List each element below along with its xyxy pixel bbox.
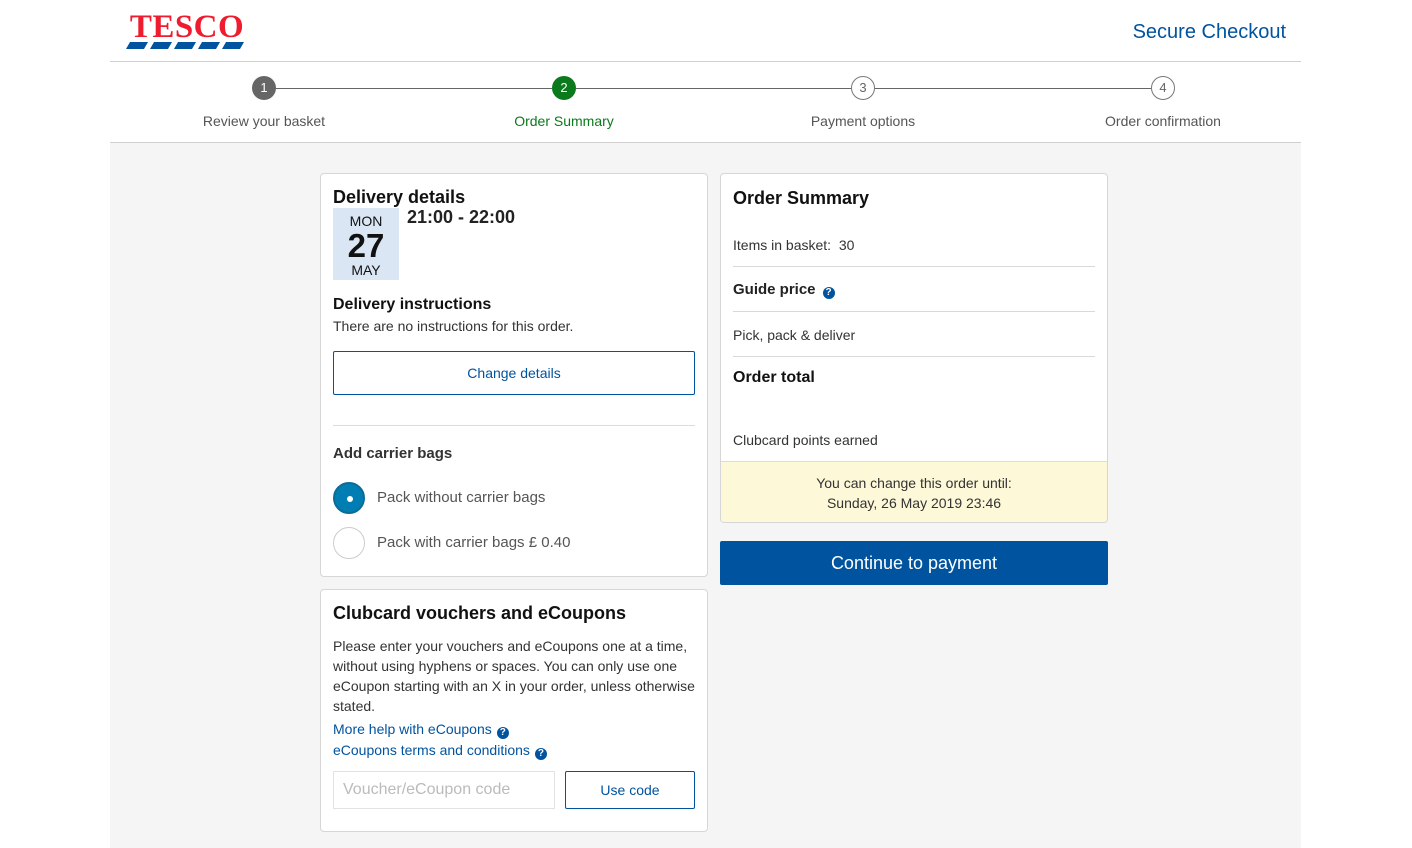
delivery-day: 27 bbox=[347, 227, 385, 264]
delivery-instructions-text: There are no instructions for this order… bbox=[333, 318, 574, 334]
pack-with-bags-label: Pack with carrier bags £ 0.40 bbox=[377, 534, 571, 551]
tesco-stripes-icon bbox=[126, 42, 244, 49]
delivery-date-badge: MON 27 MAY bbox=[333, 208, 399, 280]
step-3-indicator: 3 bbox=[851, 76, 875, 100]
summary-divider bbox=[733, 311, 1095, 312]
pick-pack-deliver-label: Pick, pack & deliver bbox=[733, 327, 856, 343]
change-details-button[interactable]: Change details bbox=[333, 351, 695, 395]
delivery-time-slot: 21:00 - 22:00 bbox=[407, 207, 516, 227]
clubcard-vouchers-card: Clubcard vouchers and eCoupons Please en… bbox=[320, 589, 708, 832]
pack-without-bags-option[interactable]: Pack without carrier bags bbox=[333, 482, 693, 514]
main-content: Delivery details MON 27 MAY 21:00 - 22:0… bbox=[110, 143, 1301, 848]
clubcard-vouchers-description: Please enter your vouchers and eCoupons … bbox=[333, 638, 695, 714]
checkout-stepper: 1 2 3 4 Review your basket Order Summary… bbox=[110, 62, 1301, 142]
ecoupons-terms-link[interactable]: eCoupons terms and conditions? bbox=[333, 742, 547, 760]
guide-price-label: Guide price bbox=[733, 281, 816, 298]
ecoupons-help-link-label: More help with eCoupons bbox=[333, 721, 492, 737]
change-order-notice-text: You can change this order until: bbox=[816, 475, 1012, 491]
question-circle-icon[interactable]: ? bbox=[496, 727, 509, 739]
order-summary-card: Order Summary Items in basket: 30 Guide … bbox=[720, 173, 1108, 523]
secure-checkout-title: Secure Checkout bbox=[1132, 21, 1286, 43]
voucher-code-input[interactable] bbox=[333, 771, 555, 809]
step-1-indicator[interactable]: 1 bbox=[252, 76, 276, 100]
items-in-basket-label: Items in basket: bbox=[733, 237, 832, 253]
order-total-label: Order total bbox=[733, 369, 815, 386]
question-circle-icon[interactable]: ? bbox=[534, 748, 547, 760]
pack-without-bags-label: Pack without carrier bags bbox=[377, 489, 546, 506]
delivery-month: MAY bbox=[351, 262, 381, 278]
carrier-bags-title: Add carrier bags bbox=[333, 445, 453, 462]
order-summary-title: Order Summary bbox=[733, 188, 870, 208]
guide-price-row: Guide price? bbox=[733, 281, 835, 299]
ecoupons-terms-link-label: eCoupons terms and conditions bbox=[333, 742, 530, 758]
radio-unselected-icon[interactable] bbox=[333, 527, 365, 559]
step-1-label[interactable]: Review your basket bbox=[144, 113, 384, 129]
delivery-details-card: Delivery details MON 27 MAY 21:00 - 22:0… bbox=[320, 173, 708, 577]
step-connector bbox=[276, 88, 552, 89]
tesco-logo[interactable]: TESCO bbox=[126, 9, 248, 52]
step-connector bbox=[576, 88, 851, 89]
clubcard-vouchers-title: Clubcard vouchers and eCoupons bbox=[333, 603, 627, 623]
use-code-button[interactable]: Use code bbox=[565, 771, 695, 809]
change-order-notice: You can change this order until: Sunday,… bbox=[721, 461, 1107, 522]
summary-divider bbox=[733, 266, 1095, 267]
logo-text: TESCO bbox=[129, 9, 245, 45]
continue-to-payment-button[interactable]: Continue to payment bbox=[720, 541, 1108, 585]
checkout-page: TESCO Secure Checkout 1 2 3 4 Review you… bbox=[110, 0, 1301, 848]
step-connector bbox=[875, 88, 1151, 89]
clubcard-points-label: Clubcard points earned bbox=[733, 432, 878, 448]
step-2-indicator: 2 bbox=[552, 76, 576, 100]
items-in-basket-row: Items in basket: 30 bbox=[733, 237, 854, 253]
change-order-deadline: Sunday, 26 May 2019 23:46 bbox=[826, 495, 1002, 511]
delivery-instructions-title: Delivery instructions bbox=[333, 296, 492, 313]
step-2-label: Order Summary bbox=[514, 113, 614, 129]
step-4-label: Order confirmation bbox=[1105, 113, 1221, 129]
delivery-details-title: Delivery details bbox=[333, 187, 466, 207]
summary-divider bbox=[733, 356, 1095, 357]
ecoupons-help-link[interactable]: More help with eCoupons? bbox=[333, 721, 509, 739]
step-4-indicator: 4 bbox=[1151, 76, 1175, 100]
pack-with-bags-option[interactable]: Pack with carrier bags £ 0.40 bbox=[333, 527, 693, 559]
question-circle-icon[interactable]: ? bbox=[822, 287, 835, 299]
items-in-basket-count: 30 bbox=[838, 237, 855, 253]
step-3-label: Payment options bbox=[810, 113, 916, 129]
section-divider bbox=[333, 425, 695, 426]
radio-selected-icon[interactable] bbox=[333, 482, 365, 514]
